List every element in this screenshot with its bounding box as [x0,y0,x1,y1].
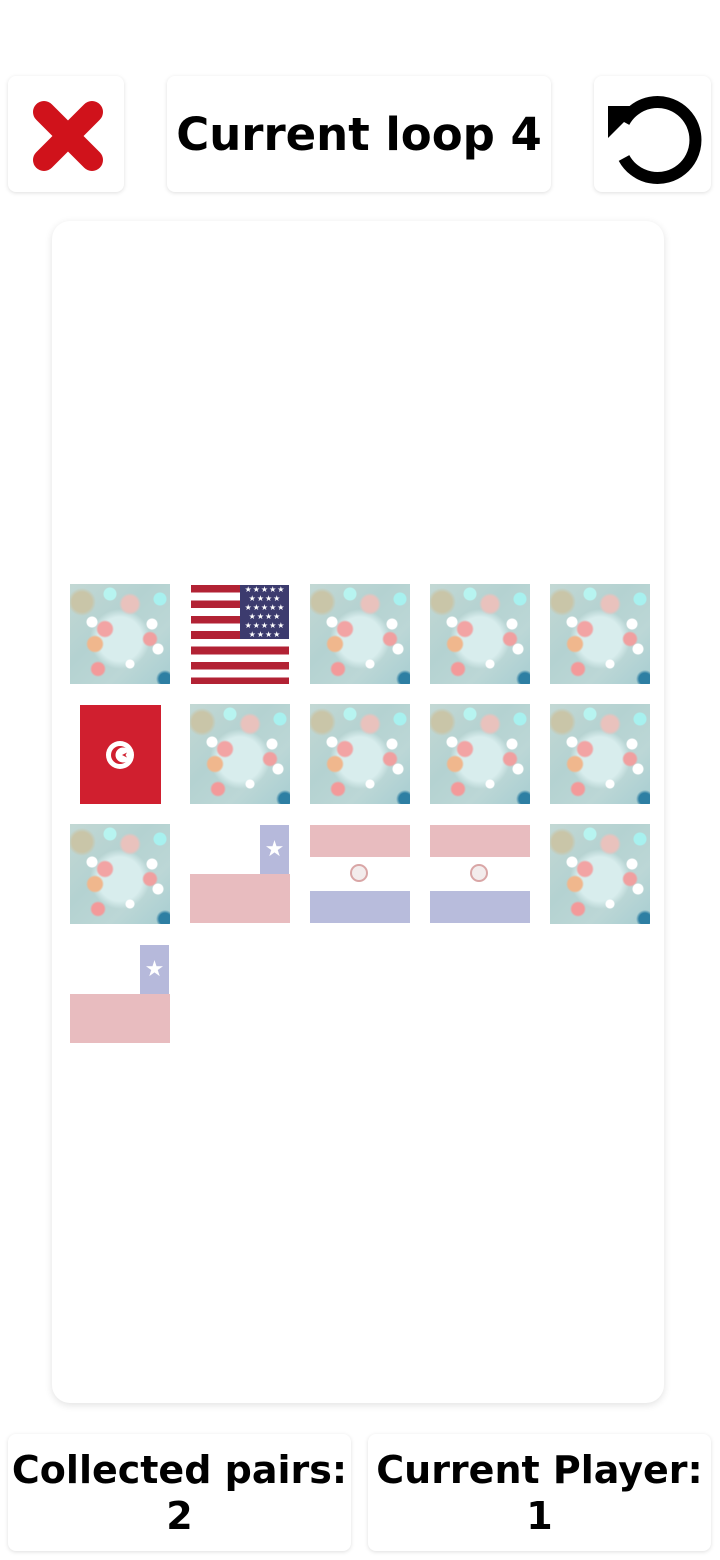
paraguay-blue-band [430,891,530,923]
current-loop-title: Current loop 4 [176,107,542,161]
card-hidden[interactable] [550,704,650,804]
card-hidden[interactable] [550,824,650,924]
close-x-icon [33,101,103,171]
card-flag-tunisia[interactable] [70,704,170,804]
collected-pairs-value: 2 [166,1493,193,1538]
paraguay-red-band [430,825,530,857]
restart-button[interactable] [594,76,711,192]
paraguay-seal-icon [350,864,368,882]
card-hidden[interactable] [310,704,410,804]
card-flag-usa[interactable]: ★★★★★ ★★★★ ★★★★★ ★★★★ ★★★★★ ★★★★ [191,585,289,684]
paraguay-blue-band [310,891,410,923]
card-flag-paraguay-matched [430,824,530,924]
card-hidden[interactable] [550,584,650,684]
paraguay-red-band [310,825,410,857]
card-flag-paraguay-matched [310,824,410,924]
game-board [52,221,664,1403]
card-hidden[interactable] [430,704,530,804]
card-flag-chile-matched: ★ [70,944,170,1044]
usa-canton-icon: ★★★★★ ★★★★ ★★★★★ ★★★★ ★★★★★ ★★★★ [240,585,289,639]
collected-pairs-panel: Collected pairs: 2 [8,1434,351,1551]
close-button[interactable] [8,76,124,192]
card-hidden[interactable] [70,584,170,684]
tunisia-disc-icon [106,741,134,769]
chile-star-icon: ★ [260,825,289,874]
card-flag-chile-matched: ★ [190,824,290,924]
card-hidden[interactable] [310,584,410,684]
tunisia-red-field [80,705,161,804]
collected-pairs-label: Collected pairs: [11,1447,348,1492]
title-panel: Current loop 4 [167,76,551,192]
card-hidden[interactable] [70,824,170,924]
current-player-panel: Current Player: 1 [368,1434,711,1551]
current-player-label: Current Player: [376,1447,703,1492]
chile-red-band [70,994,170,1043]
chile-star-icon: ★ [140,945,169,994]
card-hidden[interactable] [430,584,530,684]
card-hidden[interactable] [190,704,290,804]
restart-icon [608,96,702,184]
chile-red-band [190,874,290,923]
current-player-value: 1 [526,1493,553,1538]
paraguay-seal-icon [470,864,488,882]
